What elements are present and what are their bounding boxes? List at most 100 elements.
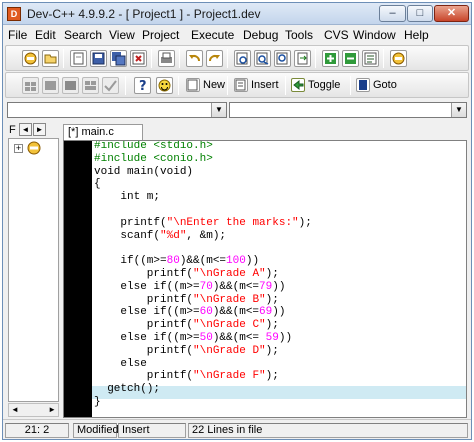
menu-debug[interactable]: Debug: [243, 28, 278, 42]
goto-line-icon[interactable]: [294, 50, 311, 67]
scroll-left-icon[interactable]: ◄: [19, 123, 32, 136]
code-lines[interactable]: #include <stdio.h> #include <conio.h> void…: [92, 141, 312, 409]
menu-window[interactable]: Window: [353, 28, 396, 42]
expand-icon[interactable]: +: [14, 144, 23, 153]
goto-button[interactable]: Goto: [373, 79, 397, 91]
code-line[interactable]: printf("\nGrade F");: [92, 370, 312, 383]
menu-execute[interactable]: Execute: [191, 28, 234, 42]
code-line[interactable]: printf("\nGrade D");: [92, 345, 312, 358]
code-editor[interactable]: #include <stdio.h> #include <conio.h> void…: [63, 140, 467, 418]
code-line[interactable]: printf("\nGrade A");: [92, 268, 312, 281]
close-button[interactable]: ✕: [434, 5, 469, 22]
code-line[interactable]: else: [92, 358, 312, 371]
class-combobox[interactable]: ▼: [7, 102, 227, 118]
code-token: else if((m>=: [94, 306, 200, 319]
menu-cvs[interactable]: CVS: [324, 28, 349, 42]
menu-search[interactable]: Search: [64, 28, 102, 42]
replace-icon[interactable]: [254, 50, 271, 67]
find-next-icon[interactable]: [274, 50, 291, 67]
menu-project[interactable]: Project: [142, 28, 179, 42]
menu-edit[interactable]: Edit: [35, 28, 56, 42]
code-line[interactable]: #include <conio.h>: [92, 153, 312, 166]
about-smiley-icon[interactable]: [156, 77, 173, 94]
code-line[interactable]: printf("\nGrade B");: [92, 294, 312, 307]
code-line[interactable]: printf("\nGrade C");: [92, 319, 312, 332]
print-icon[interactable]: [158, 50, 175, 67]
new-button[interactable]: New: [203, 79, 225, 91]
code-token: );: [265, 370, 279, 383]
chevron-down-icon[interactable]: ▼: [451, 103, 466, 117]
horizontal-scrollbar[interactable]: ◄ ►: [8, 403, 59, 417]
devcpp-app-icon[interactable]: D: [7, 7, 21, 21]
undo-icon[interactable]: [186, 50, 203, 67]
help-icon[interactable]: ?: [134, 77, 151, 94]
scroll-right-icon[interactable]: ►: [33, 123, 46, 136]
code-line[interactable]: [92, 204, 312, 217]
code-line[interactable]: [92, 242, 312, 255]
add-to-project-icon[interactable]: [322, 50, 339, 67]
code-line[interactable]: getch();: [92, 383, 312, 396]
compile-disabled-icon[interactable]: [22, 77, 39, 94]
check-disabled-icon[interactable]: [102, 77, 119, 94]
close-file-icon[interactable]: [130, 50, 147, 67]
code-line[interactable]: scanf("%d", &m);: [92, 230, 312, 243]
code-token: )&&(m<=: [212, 306, 260, 319]
compile-run-disabled-icon[interactable]: [62, 77, 79, 94]
project-panel-tabs: F ◄ ►: [5, 122, 61, 138]
code-line[interactable]: printf("\nEnter the marks:");: [92, 216, 311, 230]
code-line[interactable]: else if((m>=70)&&(m<=79)): [92, 281, 312, 294]
compile-icon[interactable]: [362, 50, 379, 67]
code-token: )&&(m<=: [212, 280, 260, 293]
title-bar[interactable]: D Dev-C++ 4.9.9.2 - [ Project1 ] - Proje…: [3, 3, 471, 25]
project-tree[interactable]: +: [8, 138, 59, 402]
code-line[interactable]: #include <stdio.h>: [92, 141, 312, 153]
code-line[interactable]: else if((m>=60)&&(m<=69)): [92, 306, 312, 319]
code-line[interactable]: }: [92, 396, 312, 409]
rebuild-disabled-icon[interactable]: [82, 77, 99, 94]
scroll-right-icon[interactable]: ►: [48, 405, 56, 414]
toggle-bookmark-icon[interactable]: [291, 78, 305, 92]
remove-from-project-icon[interactable]: [342, 50, 359, 67]
member-combobox[interactable]: ▼: [229, 102, 467, 118]
code-token: else if((m>=: [94, 331, 200, 344]
maximize-button[interactable]: □: [407, 5, 433, 22]
tab-main-c[interactable]: [*] main.c: [63, 124, 143, 141]
code-line[interactable]: void main(void): [92, 166, 312, 179]
new-file-icon[interactable]: [70, 50, 87, 67]
code-token: , &m);: [186, 229, 227, 242]
main-toolbar: [5, 45, 469, 71]
code-line[interactable]: else if((m>=50)&&(m<= 59)): [92, 332, 312, 345]
menu-view[interactable]: View: [109, 28, 135, 42]
insert-icon[interactable]: [234, 78, 248, 92]
ide-window: D Dev-C++ 4.9.9.2 - [ Project1 ] - Proje…: [2, 2, 472, 440]
menu-help[interactable]: Help: [404, 28, 429, 42]
run-disabled-icon[interactable]: [42, 77, 59, 94]
save-all-icon[interactable]: [110, 50, 127, 67]
insert-button[interactable]: Insert: [251, 79, 279, 91]
new-project-icon[interactable]: [22, 50, 39, 67]
find-icon[interactable]: [234, 50, 251, 67]
editor-gutter[interactable]: [64, 141, 92, 417]
tab-project[interactable]: F: [9, 124, 16, 136]
menu-file[interactable]: File: [8, 28, 27, 42]
code-token: )&&(m<=: [179, 255, 227, 268]
project-icon[interactable]: [26, 141, 42, 158]
minimize-button[interactable]: –: [379, 5, 406, 22]
toggle-button[interactable]: Toggle: [308, 79, 340, 91]
code-line[interactable]: {: [92, 178, 312, 191]
code-token: "\nGrade C": [193, 319, 266, 332]
save-icon[interactable]: [90, 50, 107, 67]
open-project-icon[interactable]: [42, 50, 59, 67]
menu-tools[interactable]: Tools: [285, 28, 313, 42]
goto-bookmark-icon[interactable]: [356, 78, 370, 92]
scroll-left-icon[interactable]: ◄: [11, 405, 19, 414]
code-line[interactable]: if((m>=80)&&(m<=100)): [92, 255, 312, 268]
code-token: 80: [166, 255, 180, 268]
code-line[interactable]: int m;: [92, 191, 312, 204]
chevron-down-icon[interactable]: ▼: [211, 103, 226, 117]
code-token: "\nGrade D": [193, 344, 266, 357]
project-options-icon[interactable]: [390, 50, 407, 67]
code-token: "\nEnter the marks:": [166, 216, 299, 229]
redo-icon[interactable]: [206, 50, 223, 67]
new-file-icon[interactable]: [186, 78, 200, 92]
